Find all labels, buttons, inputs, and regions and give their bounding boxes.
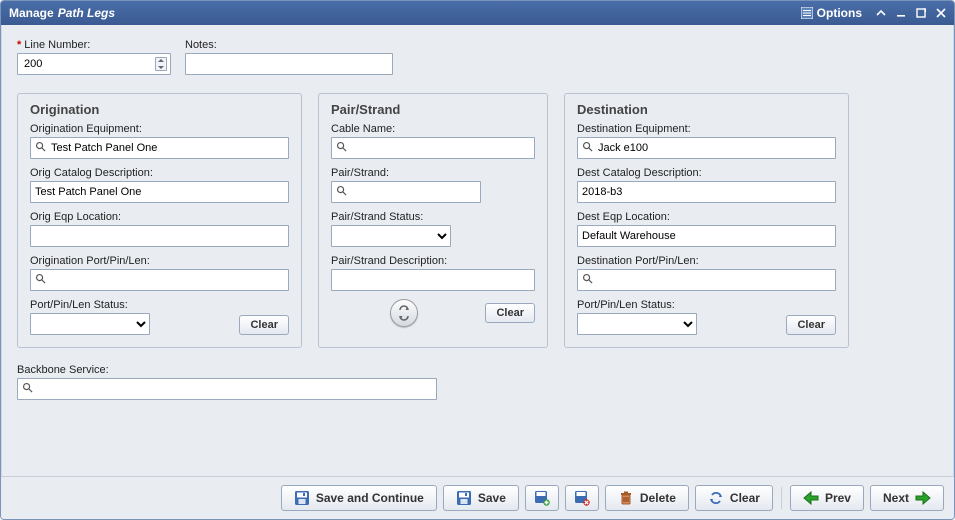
dest-location-label: Dest Eqp Location: [577, 211, 836, 223]
maximize-icon[interactable] [914, 6, 928, 20]
dest-equipment-input[interactable] [577, 137, 836, 159]
save-icon [456, 490, 472, 506]
pair-heading: Pair/Strand [331, 102, 535, 117]
swap-icon [396, 305, 412, 321]
delete-button[interactable]: Delete [605, 485, 689, 511]
minimize-icon[interactable] [894, 6, 908, 20]
window-title-main: Manage [9, 6, 54, 20]
origination-section: Origination Origination Equipment: Orig … [17, 93, 302, 348]
save-and-continue-button[interactable]: Save and Continue [281, 485, 437, 511]
destination-section: Destination Destination Equipment: Dest … [564, 93, 849, 348]
footer-toolbar: Save and Continue Save Delete [1, 476, 954, 519]
line-number-label: * Line Number: [17, 39, 171, 51]
dest-location-input[interactable] [577, 225, 836, 247]
orig-equipment-label: Origination Equipment: [30, 123, 289, 135]
orig-location-input[interactable] [30, 225, 289, 247]
dest-port-input[interactable] [577, 269, 836, 291]
separator [781, 487, 782, 509]
window: Manage Path Legs Options * [0, 0, 955, 520]
line-number-stepper[interactable] [155, 57, 167, 71]
pair-strand-input[interactable] [331, 181, 481, 203]
orig-catalog-label: Orig Catalog Description: [30, 167, 289, 179]
save-button[interactable]: Save [443, 485, 519, 511]
dest-status-select[interactable] [577, 313, 697, 335]
save-close-button[interactable] [565, 485, 599, 511]
pair-strand-section: Pair/Strand Cable Name: Pair/Strand: [318, 93, 548, 348]
save-new-icon [534, 490, 550, 506]
clear-button[interactable]: Clear [695, 485, 773, 511]
next-button[interactable]: Next [870, 485, 944, 511]
dest-clear-button[interactable]: Clear [786, 315, 836, 335]
required-asterisk: * [17, 39, 21, 51]
refresh-icon [708, 490, 724, 506]
orig-clear-button[interactable]: Clear [239, 315, 289, 335]
orig-equipment-input[interactable] [30, 137, 289, 159]
pair-strand-label: Pair/Strand: [331, 167, 535, 179]
pair-desc-input[interactable] [331, 269, 535, 291]
options-icon [801, 7, 813, 19]
orig-port-label: Origination Port/Pin/Len: [30, 255, 289, 267]
save-close-icon [574, 490, 590, 506]
close-icon[interactable] [934, 6, 948, 20]
dest-catalog-label: Dest Catalog Description: [577, 167, 836, 179]
line-number-input[interactable] [17, 53, 171, 75]
orig-status-label: Port/Pin/Len Status: [30, 299, 150, 311]
dest-catalog-input[interactable] [577, 181, 836, 203]
pair-clear-button[interactable]: Clear [485, 303, 535, 323]
titlebar: Manage Path Legs Options [1, 1, 954, 25]
trash-icon [618, 490, 634, 506]
notes-label: Notes: [185, 39, 393, 51]
notes-input[interactable] [185, 53, 393, 75]
backbone-input[interactable] [17, 378, 437, 400]
orig-catalog-input[interactable] [30, 181, 289, 203]
orig-status-select[interactable] [30, 313, 150, 335]
options-menu[interactable]: Options [795, 4, 868, 22]
options-label: Options [817, 6, 862, 20]
pair-status-label: Pair/Strand Status: [331, 211, 535, 223]
dest-port-label: Destination Port/Pin/Len: [577, 255, 836, 267]
pair-status-select[interactable] [331, 225, 451, 247]
collapse-icon[interactable] [874, 6, 888, 20]
cable-name-label: Cable Name: [331, 123, 535, 135]
content: * Line Number: Notes: Origination [1, 25, 954, 476]
prev-button[interactable]: Prev [790, 485, 864, 511]
destination-heading: Destination [577, 102, 836, 117]
orig-port-input[interactable] [30, 269, 289, 291]
arrow-left-icon [803, 491, 819, 505]
cable-name-input[interactable] [331, 137, 535, 159]
backbone-label: Backbone Service: [17, 364, 437, 376]
pair-desc-label: Pair/Strand Description: [331, 255, 535, 267]
dest-status-label: Port/Pin/Len Status: [577, 299, 697, 311]
swap-button[interactable] [390, 299, 418, 327]
orig-location-label: Orig Eqp Location: [30, 211, 289, 223]
save-icon [294, 490, 310, 506]
window-title-sub: Path Legs [58, 6, 115, 20]
arrow-right-icon [915, 491, 931, 505]
dest-equipment-label: Destination Equipment: [577, 123, 836, 135]
save-new-button[interactable] [525, 485, 559, 511]
origination-heading: Origination [30, 102, 289, 117]
